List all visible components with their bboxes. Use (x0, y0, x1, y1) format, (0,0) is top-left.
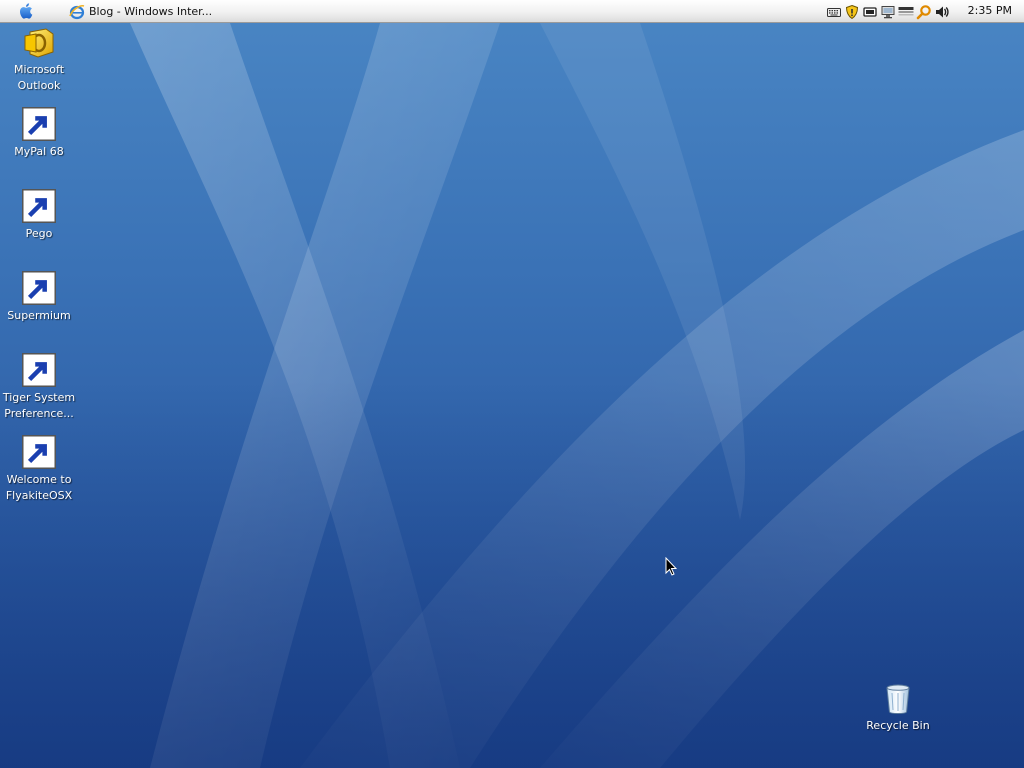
system-preferences-icon (22, 353, 56, 388)
recycle-bin-icon (881, 682, 915, 716)
menu-bar: Blog - Windows Inter... 2:35 PM (0, 0, 1024, 23)
desktop-icon-label: Supermium (7, 309, 71, 322)
active-window-menu[interactable]: Blog - Windows Inter... (66, 1, 215, 22)
desktop-icon-label: Welcome to FlyakiteOSX (5, 473, 73, 502)
apple-icon[interactable] (18, 2, 36, 20)
desktop-screen: Blog - Windows Inter... 2:35 PM Microsof… (0, 0, 1024, 768)
mouse-cursor-icon (665, 557, 677, 576)
desktop-icon-mypal[interactable]: MyPal 68 (0, 107, 78, 160)
pego-icon (22, 189, 56, 224)
internet-explorer-icon (69, 4, 85, 20)
supermium-icon (22, 271, 56, 306)
desktop-icon-label: Tiger System Preference... (2, 391, 76, 420)
shortcut-arrow-icon (22, 107, 56, 141)
shortcut-arrow-icon (22, 271, 56, 305)
desktop-icon-label: Recycle Bin (866, 719, 930, 732)
desktop-icon-microsoft-outlook[interactable]: Microsoft Outlook (0, 26, 78, 94)
network-icon[interactable] (880, 4, 896, 20)
desktop-icon-label: Microsoft Outlook (13, 63, 65, 92)
active-window-title: Blog - Windows Inter... (89, 5, 213, 18)
search-icon[interactable] (916, 4, 932, 20)
document-icon (22, 435, 56, 470)
wallpaper (0, 23, 1024, 768)
security-shield-icon[interactable] (844, 4, 860, 20)
shortcut-arrow-icon (22, 189, 56, 223)
desktop-icon-recycle-bin[interactable]: Recycle Bin (859, 682, 937, 734)
desktop-icon-supermium[interactable]: Supermium (0, 271, 78, 324)
display-icon[interactable] (898, 4, 914, 20)
system-tray (826, 2, 950, 21)
keyboard-icon[interactable] (826, 4, 842, 20)
desktop-icon-tiger-system-preferences[interactable]: Tiger System Preference... (0, 353, 78, 422)
desktop-icon-pego[interactable]: Pego (0, 189, 78, 242)
desktop-icon-label: Pego (25, 227, 53, 240)
battery-icon[interactable] (862, 4, 878, 20)
shortcut-arrow-icon (22, 435, 56, 469)
shortcut-arrow-icon (22, 353, 56, 387)
volume-icon[interactable] (934, 4, 950, 20)
mypal-icon (22, 107, 56, 142)
desktop-icon-label: MyPal 68 (14, 145, 64, 158)
desktop-icon-welcome-document[interactable]: Welcome to FlyakiteOSX (0, 435, 78, 504)
clock[interactable]: 2:35 PM (968, 4, 1012, 17)
outlook-icon (22, 26, 56, 60)
